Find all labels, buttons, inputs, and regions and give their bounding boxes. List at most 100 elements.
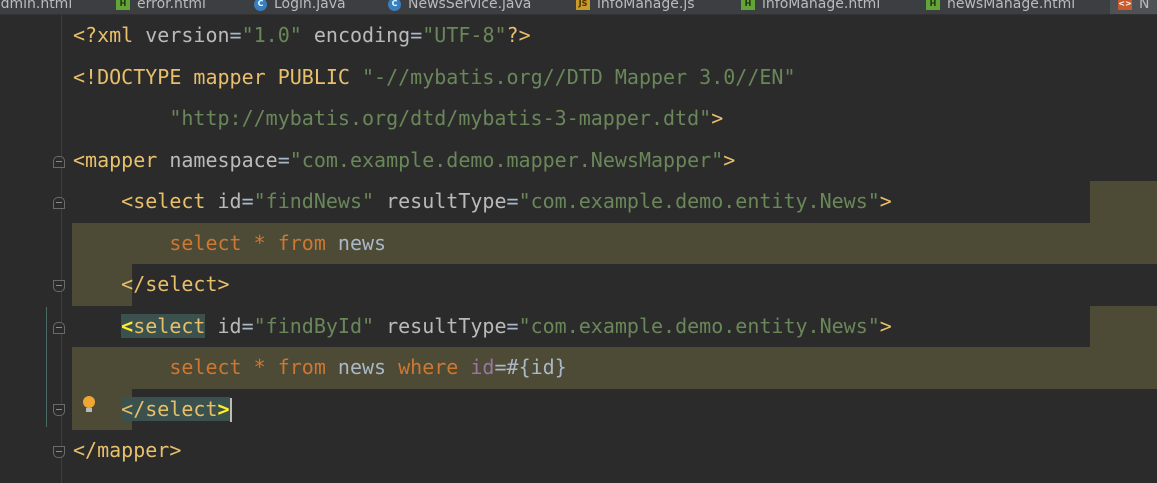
attr-name: resultType [374,189,507,213]
equals-sign: = [506,189,519,213]
matched-bracket: > [217,396,230,421]
sql-star: * [241,355,278,379]
tab-label: N [1139,0,1150,12]
doctype-public-id: "-//mybatis.org//DTD Mapper 3.0//EN" [362,64,796,89]
code-line-3: "http://mybatis.org/dtd/mybatis-3-mapper… [73,98,723,140]
tab-label: NewsService.java [408,0,532,12]
attr-value: "findNews" [253,189,375,213]
select-close-tag: </select> [73,272,230,296]
sql-parameter: =#{id} [494,355,567,379]
fold-marker-icon[interactable] [53,280,65,292]
code-line-6: select * from news [73,223,386,265]
tab-label: infoManage.html [762,0,881,12]
sql-keyword: where [398,355,459,379]
select-block-highlight [1090,181,1157,223]
select-block-highlight [1090,305,1157,347]
tab-login-java[interactable]: C Login.java [254,0,346,14]
code-line-7: </select> [73,264,230,306]
select-open-tag: select [133,313,206,338]
editor-tab-bar: admin.html Herror.html C Login.java C News… [0,0,1157,15]
equals-sign: = [277,147,290,172]
code-line-5: <select id="findNews" resultType="com.ex… [73,181,892,223]
sql-keyword: from [277,230,326,255]
attr-value: "1.0" [241,23,302,47]
attr-value: "UTF-8" [422,23,507,47]
mapper-close-tag: </mapper> [73,438,182,462]
sql-keyword: select [169,355,242,379]
xml-declaration: <?xml [73,23,146,47]
sql-keyword: from [277,355,326,379]
select-open-tag: <select [73,189,218,213]
mapper-open-tag: <mapper [73,147,170,172]
equals-sign: = [241,189,254,213]
tag-close-bracket: > [879,313,892,338]
attr-name: namespace [169,147,278,172]
fold-marker-icon[interactable] [53,156,65,168]
js-file-icon: JS [576,0,590,10]
tab-newsmanage-html[interactable]: HnewsManage.html [926,0,1075,14]
code-editor[interactable]: <?xml version="1.0" encoding="UTF-8"?> <… [0,15,1157,483]
tab-label: error.html [137,0,206,12]
sql-table: news [325,355,399,379]
tag-close-bracket: > [879,189,892,213]
code-line-11: </mapper> [73,430,181,472]
attr-value: "com.example.demo.entity.News" [518,189,880,213]
tag-close-bracket: > [711,106,724,130]
fold-marker-icon[interactable] [53,322,65,334]
sql-column: id [470,355,495,379]
code-line-8: <select id="findById" resultType="com.ex… [73,306,892,348]
tab-admin-html[interactable]: admin.html [0,0,72,14]
attr-value: "findById" [253,313,375,338]
text-caret [229,398,232,422]
code-line-4: <mapper namespace="com.example.demo.mapp… [73,140,735,182]
fold-marker-icon[interactable] [53,197,65,209]
attr-value: "com.example.demo.entity.News" [518,313,880,338]
code-line-1: <?xml version="1.0" encoding="UTF-8"?> [73,15,531,57]
attr-name: resultType [374,313,507,338]
tab-label: newsManage.html [947,0,1076,12]
tab-label: Login.java [274,0,346,12]
fold-marker-icon[interactable] [53,404,65,416]
html-file-icon: H [926,0,940,10]
tab-news-mapper-xml[interactable]: <> N [1110,0,1157,14]
xml-declaration-end: ?> [506,23,531,47]
tab-error-html[interactable]: Herror.html [116,0,206,14]
sql-keyword: select [169,230,242,255]
sql-table: news [325,230,387,255]
equals-sign: = [506,313,519,338]
sql-star: * [241,230,278,255]
attr-value: "com.example.demo.mapper.NewsMapper" [289,147,724,172]
java-class-icon: C [388,0,401,11]
select-close-tag: </select [121,396,218,421]
tab-label: admin.html [0,0,73,12]
doctype-system-id: "http://mybatis.org/dtd/mybatis-3-mapper… [73,106,712,130]
doctype-root: mapper [193,64,278,89]
changed-lines-marker [46,307,47,427]
fold-marker-icon[interactable] [53,446,65,458]
java-class-icon: C [254,0,267,11]
tab-newsservice-java[interactable]: C NewsService.java [388,0,531,14]
equals-sign: = [241,313,254,338]
xml-file-icon: <> [1118,0,1132,10]
code-line-10: </select> [73,389,232,431]
html-file-icon: H [116,0,130,10]
equals-sign: = [410,23,423,47]
doctype-public: PUBLIC [277,64,363,89]
attr-name: encoding [313,23,411,47]
html-file-icon: H [741,0,755,10]
code-line-9: select * from news where id=#{id} [73,347,567,389]
tab-infomanage-html[interactable]: HinfoManage.html [741,0,880,14]
tab-infomanage-js[interactable]: JS infoManage.js [576,0,695,14]
code-line-2: <!DOCTYPE mapper PUBLIC "-//mybatis.org/… [73,57,796,99]
doctype-keyword: <!DOCTYPE [73,64,194,89]
matched-bracket: < [121,313,134,338]
equals-sign: = [229,23,242,47]
attr-name: id [205,313,242,338]
tab-label: infoManage.js [597,0,695,12]
